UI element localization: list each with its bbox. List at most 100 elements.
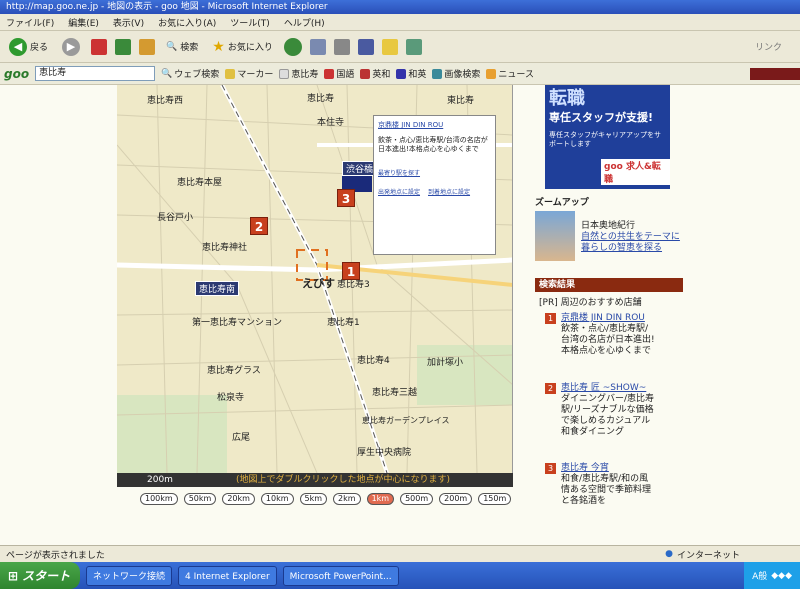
tray-icons[interactable]: ◆◆◆	[771, 571, 792, 581]
map-label: 厚生中央病院	[357, 448, 412, 458]
history-icon[interactable]	[283, 37, 302, 56]
task-ie[interactable]: 4 Internet Explorer	[178, 565, 277, 586]
scale-5km[interactable]: 5km	[299, 493, 328, 505]
marker-button[interactable]: マーカー	[225, 67, 273, 80]
windows-logo-icon: ⊞	[8, 568, 19, 583]
map-label: 広尾	[232, 433, 251, 443]
result-title[interactable]: 京鼎楼 JIN DIN ROU	[561, 313, 657, 324]
back-button[interactable]: ◀ 戻る	[6, 35, 51, 59]
menu-file[interactable]: ファイル(F)	[6, 16, 54, 29]
start-button[interactable]: ⊞ スタート	[0, 562, 80, 589]
goo-search-input[interactable]: 恵比寿	[35, 66, 156, 81]
popup-title[interactable]: 京鼎楼 JIN DIN ROU	[378, 120, 491, 130]
menu-edit[interactable]: 編集(E)	[68, 16, 99, 29]
map-marker-3[interactable]: 3	[337, 189, 355, 207]
scale-100km[interactable]: 100km	[140, 493, 178, 505]
ebisu-button[interactable]: 恵比寿	[279, 67, 318, 80]
goo-logo: goo	[4, 66, 30, 81]
favorites-button[interactable]: ★ お気に入り	[209, 35, 276, 59]
map-label: 加計塚小	[427, 358, 464, 368]
globe-icon: ●	[665, 549, 673, 559]
result-item: 1 京鼎楼 JIN DIN ROU 飲茶・点心/恵比寿駅/台湾の名店が日本進出!…	[545, 313, 657, 357]
web-search-button[interactable]: 🔍 ウェブ検索	[161, 67, 220, 81]
back-label: 戻る	[30, 43, 49, 53]
result-title[interactable]: 恵比寿 匠 ~SHOW~	[561, 383, 657, 394]
taskbar: ⊞ スタート ネットワーク接続 4 Internet Explorer Micr…	[0, 562, 800, 589]
menu-view[interactable]: 表示(V)	[113, 16, 144, 29]
security-zone: ● インターネット	[665, 548, 740, 561]
result-title[interactable]: 恵比寿 今宵	[561, 463, 657, 474]
search-icon: 🔍	[166, 41, 178, 52]
set-destination-link[interactable]: 到着地点に設定	[428, 187, 470, 196]
forward-button[interactable]: ▶	[59, 35, 83, 59]
folder-icon[interactable]	[381, 38, 398, 55]
zone-label: インターネット	[676, 550, 740, 561]
map-marker-1[interactable]: 1	[342, 262, 360, 280]
waei-button[interactable]: 和英	[396, 67, 426, 80]
messenger-icon[interactable]	[405, 38, 422, 55]
news-button[interactable]: ニュース	[486, 67, 534, 80]
result-description: 飲茶・点心/恵比寿駅/台湾の名店が日本進出!本格点心を心ゆくまで	[561, 324, 655, 356]
task-powerpoint[interactable]: Microsoft PowerPoint...	[282, 565, 399, 586]
scale-50km[interactable]: 50km	[183, 493, 217, 505]
scale-150m[interactable]: 150m	[478, 493, 512, 505]
nearest-station-link[interactable]: 最寄り駅を探す	[378, 168, 491, 177]
map-note-text: (地図上でダブルクリックした地点が中心になります)	[235, 475, 450, 485]
station-label[interactable]: 恵比寿南	[195, 281, 240, 296]
scale-2km[interactable]: 2km	[333, 493, 361, 505]
stop-icon[interactable]	[91, 38, 108, 55]
station-label[interactable]: 渋谷橋	[342, 161, 378, 176]
weather-widget[interactable]	[750, 67, 800, 80]
job-ad-banner[interactable]: 転職 専任スタッフが支援! 専任スタッフがキャリアアップをサポートします goo…	[545, 85, 670, 189]
scale-200m[interactable]: 200m	[439, 493, 473, 505]
result-number: 2	[545, 383, 556, 394]
star-icon: ★	[212, 38, 225, 55]
set-start-link[interactable]: 出発地点に設定	[378, 187, 420, 196]
pr-line: [PR] 周辺のおすすめ店舗	[539, 298, 642, 308]
menu-bar: ファイル(F) 編集(E) 表示(V) お気に入り(A) ツール(T) ヘルプ(…	[0, 14, 800, 31]
zoomup-thumbnail[interactable]	[535, 211, 575, 261]
start-label: スタート	[22, 569, 71, 583]
menu-tools[interactable]: ツール(T)	[230, 16, 270, 29]
back-arrow-icon: ◀	[9, 37, 27, 56]
zoomup-heading: ズームアップ	[535, 198, 589, 208]
map-label: 恵比寿本屋	[177, 178, 223, 188]
home-icon[interactable]	[139, 38, 156, 55]
eiwa-button[interactable]: 英和	[360, 67, 390, 80]
ad-brand: goo 求人&転職	[601, 159, 670, 185]
map-label: 恵比寿	[307, 94, 335, 104]
popup-description: 飲茶・点心/恵比寿駅/台湾の名店が日本進出!本格点心を心ゆくまで	[378, 136, 488, 153]
scale-10km[interactable]: 10km	[260, 493, 294, 505]
scale-20km[interactable]: 20km	[222, 493, 255, 505]
image-icon	[432, 68, 443, 79]
links-label[interactable]: リンク	[755, 40, 782, 53]
search-button[interactable]: 🔍 検索	[163, 35, 201, 59]
edit-icon[interactable]	[357, 38, 374, 55]
dictionary-icon	[396, 68, 407, 79]
goo-toolbar: goo 恵比寿 🔍 ウェブ検索 マーカー 恵比寿 国語 英和 和英 画像検索 ニュ…	[0, 63, 800, 85]
print-icon[interactable]	[333, 38, 350, 55]
map-label: 恵比寿神社	[202, 243, 248, 253]
ime-indicator[interactable]: A般	[752, 569, 767, 582]
menu-help[interactable]: ヘルプ(H)	[284, 16, 325, 29]
result-item: 3 恵比寿 今宵 和食/恵比寿駅/和の風情ある空間で季節料理と各銘酒を	[545, 463, 657, 507]
mail-icon[interactable]	[309, 38, 326, 55]
menu-favorites[interactable]: お気に入り(A)	[158, 16, 216, 29]
window-title: http://map.goo.ne.jp - 地図の表示 - goo 地図 - …	[0, 0, 800, 14]
map-label: 第一恵比寿マンション	[192, 318, 283, 328]
result-number: 1	[545, 313, 556, 324]
scale-500m[interactable]: 500m	[400, 493, 434, 505]
result-number: 3	[545, 463, 556, 474]
image-search-button[interactable]: 画像検索	[432, 67, 480, 80]
waei-label: 和英	[408, 70, 427, 80]
task-network[interactable]: ネットワーク接続	[86, 565, 173, 586]
refresh-icon[interactable]	[115, 38, 132, 55]
web-search-label: ウェブ検索	[174, 70, 220, 80]
map-canvas[interactable]: 恵比寿西 恵比寿 恵比寿本屋 本住寺 恵比寿神社 長谷戸小 えびす 恵比寿4 加…	[117, 85, 513, 473]
zoomup-link[interactable]: 自然との共生をテーマに暮らしの智恵を探る	[581, 232, 681, 254]
map-marker-2[interactable]: 2	[250, 217, 268, 235]
scale-1km[interactable]: 1km	[366, 493, 395, 505]
map-scale-label: 200m	[147, 475, 173, 485]
page-content: 恵比寿西 恵比寿 恵比寿本屋 本住寺 恵比寿神社 長谷戸小 えびす 恵比寿4 加…	[0, 85, 800, 545]
kokugo-button[interactable]: 国語	[324, 67, 354, 80]
